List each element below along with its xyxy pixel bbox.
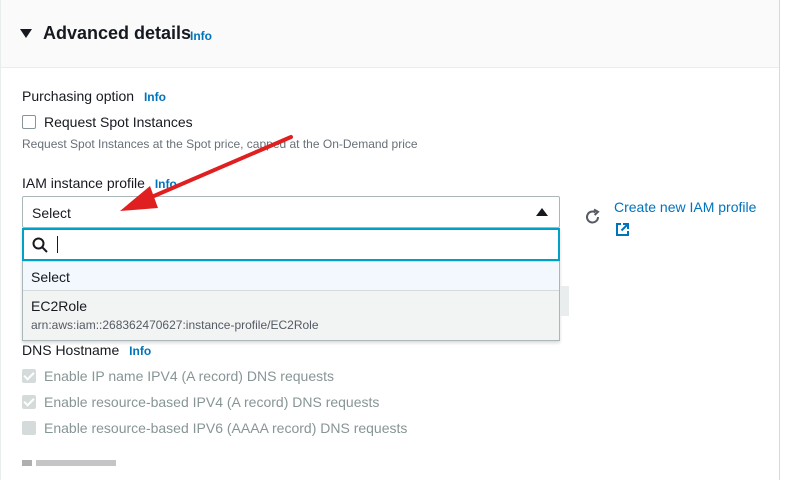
dns-hostname-label: DNS Hostname Info	[22, 342, 151, 358]
purchasing-option-label: Purchasing option Info	[22, 88, 166, 104]
iam-info-link[interactable]: Info	[155, 177, 177, 191]
create-iam-profile-link[interactable]: Create new IAM profile	[614, 199, 756, 215]
dropdown-option-select[interactable]: Select	[23, 261, 559, 291]
section-info-link[interactable]: Info	[190, 29, 212, 43]
hidden-button-edge	[560, 286, 569, 316]
advanced-details-panel: Advanced details Info Purchasing option …	[0, 0, 780, 480]
option-label: EC2Role	[31, 298, 88, 314]
ipv4-ip-name-checkbox[interactable]	[22, 369, 36, 383]
iam-profile-label: IAM instance profile Info	[22, 175, 177, 191]
panel-header[interactable]: Advanced details Info	[1, 0, 779, 68]
request-spot-checkbox[interactable]	[22, 115, 36, 129]
next-field-label-cutoff	[22, 460, 222, 466]
external-link-icon[interactable]	[615, 222, 630, 237]
iam-select-value: Select	[32, 205, 71, 221]
iam-profile-text: IAM instance profile	[22, 175, 145, 191]
dropdown-option-ec2role[interactable]: EC2Role arn:aws:iam::268362470627:instan…	[23, 291, 559, 340]
ipv4-resource-label: Enable resource-based IPV4 (A record) DN…	[44, 394, 380, 410]
caret-down-icon[interactable]	[20, 29, 32, 38]
ipv6-resource-checkbox[interactable]	[22, 421, 36, 435]
text-cursor	[57, 236, 58, 253]
ipv6-resource-label: Enable resource-based IPV6 (AAAA record)…	[44, 420, 408, 436]
refresh-icon[interactable]	[583, 207, 603, 227]
request-spot-label: Request Spot Instances	[44, 114, 193, 130]
caret-up-icon	[536, 208, 548, 216]
section-title: Advanced details	[43, 23, 192, 43]
purchasing-option-text: Purchasing option	[22, 88, 135, 104]
search-icon	[32, 237, 48, 253]
filter-input[interactable]	[22, 228, 560, 261]
option-label: Select	[31, 269, 70, 285]
option-description: arn:aws:iam::268362470627:instance-profi…	[31, 318, 319, 332]
dns-hostname-text: DNS Hostname	[22, 342, 120, 358]
iam-profile-select[interactable]: Select	[22, 196, 560, 228]
dns-info-link[interactable]: Info	[129, 344, 151, 358]
request-spot-hint: Request Spot Instances at the Spot price…	[22, 137, 418, 151]
purchasing-info-link[interactable]: Info	[144, 90, 166, 104]
ipv4-ip-name-label: Enable IP name IPV4 (A record) DNS reque…	[44, 368, 334, 384]
ipv4-resource-checkbox[interactable]	[22, 395, 36, 409]
iam-profile-dropdown: Select EC2Role arn:aws:iam::268362470627…	[22, 228, 560, 341]
